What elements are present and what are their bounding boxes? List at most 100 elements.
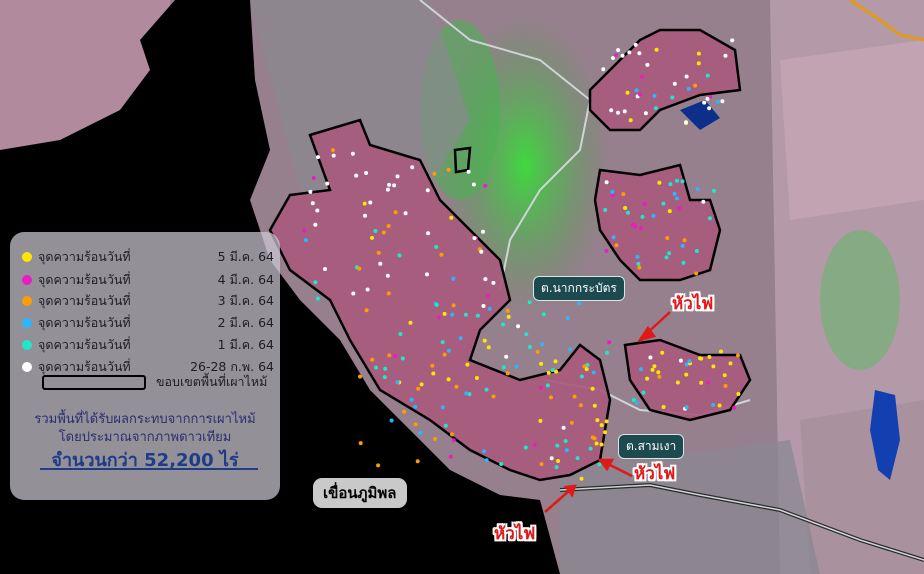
hotspot-point	[316, 155, 320, 160]
hotspot-point	[376, 250, 381, 255]
hotspot-point	[430, 363, 435, 368]
hotspot-point	[637, 265, 642, 270]
hotspot-point	[440, 340, 445, 345]
hotspot-point	[398, 332, 403, 336]
hotspot-point	[451, 303, 456, 308]
hotspot-point	[313, 280, 318, 285]
hotspot-point	[395, 380, 400, 385]
hotspot-point	[555, 443, 560, 448]
summary-line-2: โดยประมาณจากภาพดาวเทียม	[58, 430, 232, 445]
hotspot-point	[465, 362, 470, 367]
hotspot-point	[584, 367, 589, 372]
hotspot-point	[474, 376, 479, 380]
hotspot-point	[439, 252, 444, 257]
hotspot-point	[483, 277, 488, 282]
hotspot-point	[672, 81, 677, 86]
hotspot-point	[643, 111, 648, 116]
hotspot-point	[675, 196, 679, 201]
hotspot-point	[426, 231, 431, 236]
hotspot-point	[532, 442, 537, 447]
hotspot-point	[561, 425, 566, 430]
hotspot-point	[527, 345, 532, 349]
legend-item-label: จุดความร้อนวันที่	[38, 359, 131, 374]
hotspot-point	[545, 383, 550, 388]
hotspot-point	[626, 210, 630, 215]
hotspot-point	[568, 347, 573, 352]
hotspot-point	[698, 356, 702, 361]
hotspot-point	[419, 382, 424, 387]
hotspot-point	[383, 366, 388, 371]
hotspot-point	[538, 418, 543, 423]
legend-item: จุดความร้อนวันที่ 3 มี.ค. 64	[22, 292, 280, 310]
hotspot-point	[633, 224, 638, 229]
hotspot-point	[539, 361, 544, 366]
burn-boundary-swatch	[42, 375, 146, 390]
hotspot-point	[381, 230, 386, 235]
hotspot-point	[707, 216, 712, 221]
hotspot-point	[677, 206, 682, 211]
hotspot-point	[499, 462, 504, 466]
hotspot-point	[370, 235, 374, 240]
legend-item-date: 2 มี.ค. 64	[217, 315, 274, 330]
hotspot-point	[425, 272, 429, 277]
hotspot-point	[418, 430, 423, 435]
hotspot-point	[711, 403, 716, 407]
hotspot-point	[363, 213, 367, 218]
hotspot-point	[684, 74, 689, 79]
hotspot-point	[579, 476, 584, 481]
hotspot-point	[311, 176, 316, 180]
hotspot-point	[350, 151, 355, 156]
hotspot-point	[442, 352, 447, 357]
hotspot-point	[636, 261, 641, 266]
hotspot-point	[392, 183, 397, 188]
hotspot-point	[640, 214, 645, 219]
hotspot-point	[302, 228, 307, 233]
hotspot-point	[491, 394, 496, 399]
hotspot-point	[323, 267, 327, 271]
hotspot-point	[603, 208, 608, 212]
hotspot-point	[610, 189, 615, 194]
hotspot-point	[625, 90, 630, 95]
hotspot-point	[705, 73, 710, 78]
summary-underline	[40, 468, 258, 470]
hotspot-point	[705, 380, 710, 385]
hotspot-point	[684, 372, 689, 377]
hotspot-point	[565, 316, 570, 321]
hotspot-point	[664, 255, 669, 260]
fire-front-label: หัวไฟ	[634, 464, 676, 484]
hotspot-point	[661, 201, 666, 206]
hotspot-point	[450, 432, 454, 437]
hotspot-point	[484, 458, 489, 463]
hotspot-point	[650, 367, 655, 372]
hotspot-point	[712, 188, 716, 193]
hotspot-point	[607, 340, 612, 345]
hotspot-point	[481, 229, 485, 234]
hotspot-point	[601, 67, 606, 72]
legend-item-date: 1 มี.ค. 64	[217, 337, 274, 352]
hotspot-point	[707, 106, 712, 111]
hotspot-point	[550, 368, 555, 373]
hotspot-point	[364, 308, 369, 313]
hotspot-point	[463, 312, 468, 317]
hotspot-point	[736, 353, 740, 358]
hotspot-point	[539, 462, 544, 467]
hotspot-point	[397, 253, 402, 258]
hotspot-point	[484, 387, 489, 392]
legend-item-date: 5 มี.ค. 64	[217, 249, 274, 264]
hotspot-point	[315, 208, 320, 213]
legend-item-label: จุดความร้อนวันที่	[38, 293, 131, 308]
hotspot-point	[591, 370, 596, 375]
hotspot-point	[686, 86, 691, 91]
legend-item-label: จุดความร้อนวันที่	[38, 272, 131, 287]
hotspot-point	[645, 62, 650, 67]
hotspot-point	[351, 291, 356, 296]
hotspot-point	[723, 53, 728, 58]
hotspot-point	[634, 88, 639, 93]
hotspot-point	[639, 74, 644, 79]
hotspot-point	[432, 171, 437, 176]
hotspot-point	[604, 248, 609, 253]
hotspot-point	[678, 358, 683, 363]
hotspot-point	[395, 174, 400, 179]
hotspot-point	[408, 320, 413, 325]
hotspot-point	[702, 100, 707, 105]
